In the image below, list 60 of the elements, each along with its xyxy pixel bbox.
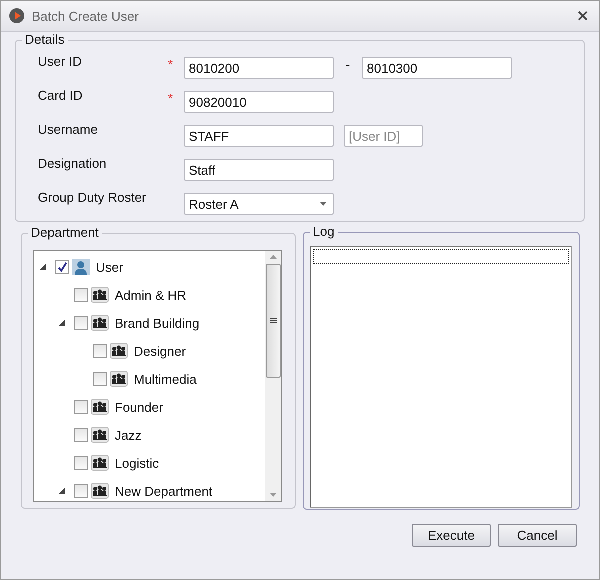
checkbox[interactable] (74, 316, 88, 330)
user-icon (72, 259, 90, 275)
input-field[interactable]: 90820010 (184, 91, 334, 113)
input-field[interactable]: [User ID] (344, 125, 423, 147)
people-icon (91, 427, 109, 443)
tree-item[interactable]: User (96, 260, 124, 274)
checkbox[interactable] (74, 456, 88, 470)
tree-item[interactable]: Brand Building (115, 316, 200, 330)
people-icon (110, 371, 128, 387)
people-icon (110, 343, 128, 359)
checkbox[interactable] (55, 260, 69, 274)
people-icon (91, 399, 109, 415)
tree-item[interactable]: Jazz (115, 428, 142, 442)
checkbox[interactable] (74, 288, 88, 302)
expander-icon[interactable] (59, 488, 65, 494)
tree-item[interactable]: New Department (115, 484, 213, 498)
close-icon[interactable] (577, 10, 589, 22)
field-label: Designation (38, 156, 108, 171)
required-mark: * (168, 57, 174, 72)
tree-item[interactable]: Founder (115, 400, 164, 414)
scrollbar[interactable] (265, 251, 281, 501)
tree-item[interactable]: Designer (134, 344, 186, 358)
window-title: Batch Create User (32, 8, 140, 24)
play-icon (9, 8, 25, 24)
people-icon (91, 315, 109, 331)
log-entry[interactable] (313, 249, 569, 264)
input-field[interactable]: 8010200 (184, 57, 334, 79)
field-label: Card ID (38, 88, 84, 103)
caret-icon (320, 202, 327, 206)
roster-dropdown[interactable]: Roster A (184, 193, 334, 215)
field-label: Group Duty Roster (38, 190, 148, 205)
checkbox[interactable] (93, 372, 107, 386)
input-field[interactable]: STAFF (184, 125, 334, 147)
scroll-down-icon[interactable] (270, 493, 276, 497)
group-title: Details (22, 32, 68, 47)
scrollbar-thumb[interactable] (266, 264, 280, 378)
grip-icon (270, 318, 276, 324)
group-title: Log (310, 224, 338, 239)
dialog-button[interactable]: Cancel (498, 524, 577, 547)
people-icon (91, 455, 109, 471)
tree-item[interactable]: Admin & HR (115, 288, 187, 302)
required-mark: * (168, 91, 174, 106)
checkbox[interactable] (74, 484, 88, 498)
field-label: Username (38, 122, 99, 137)
checkbox[interactable] (74, 428, 88, 442)
group-title: Department (28, 225, 102, 240)
input-field[interactable]: Staff (184, 159, 334, 181)
expander-icon[interactable] (59, 320, 65, 326)
people-icon (91, 483, 109, 499)
dialog-button[interactable]: Execute (412, 524, 491, 547)
tree-item[interactable]: Multimedia (134, 372, 197, 386)
tree-item[interactable]: Logistic (115, 456, 160, 470)
checkbox[interactable] (93, 344, 107, 358)
scroll-up-icon[interactable] (270, 255, 276, 259)
checkbox[interactable] (74, 400, 88, 414)
field-label: User ID (38, 54, 84, 69)
expander-icon[interactable] (40, 264, 46, 270)
input-field[interactable]: 8010300 (362, 57, 512, 79)
people-icon (91, 287, 109, 303)
range-separator: - (344, 57, 352, 72)
